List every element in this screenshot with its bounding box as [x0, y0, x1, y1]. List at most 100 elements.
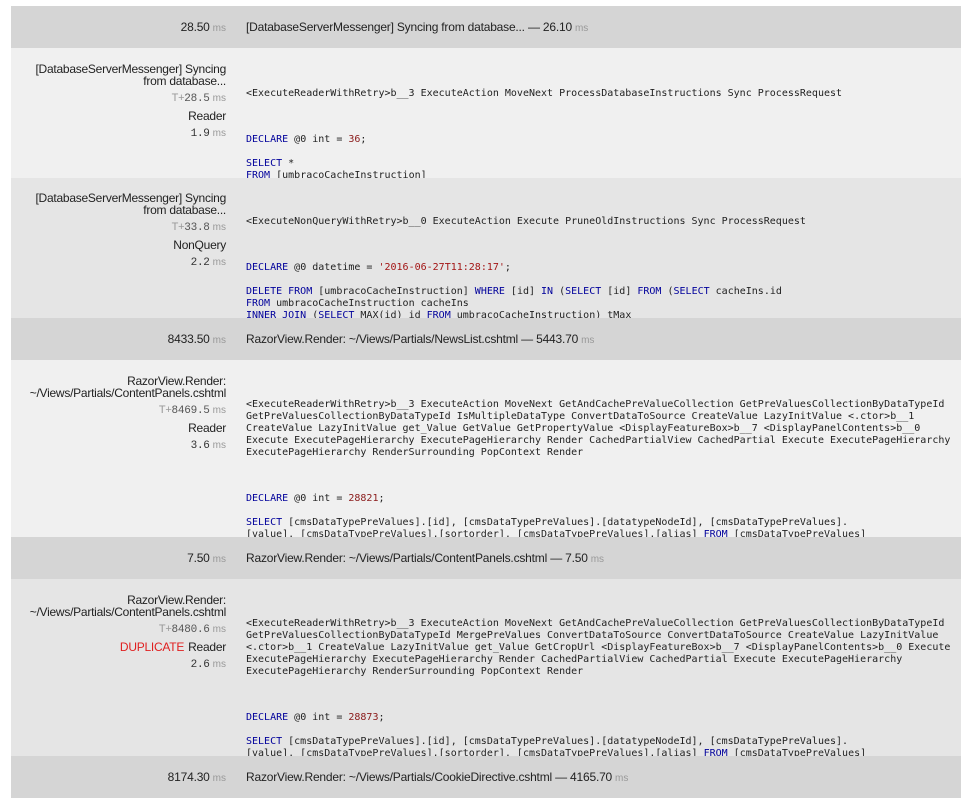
sql-stack-trace: <ExecuteReaderWithRetry>b__3 ExecuteActi…: [246, 399, 957, 458]
sql-duration: 3.6 ms: [11, 438, 226, 452]
sql-type-text: Reader: [188, 640, 226, 654]
sql-literal: '2016-06-27T11:28:17': [378, 262, 505, 273]
sql-token: ;: [504, 262, 511, 273]
ms-unit: ms: [212, 335, 226, 346]
sql-stack-trace: <ExecuteReaderWithRetry>b__3 ExecuteActi…: [246, 88, 843, 99]
t-prefix: T+: [158, 623, 172, 635]
sql-token: [umbracoCacheInstruction]: [312, 286, 475, 297]
sql-token: umbracoCacheInstruction cacheIns: [270, 298, 469, 309]
sql-duration-value: 2.6: [190, 659, 210, 671]
sql-keyword: SELECT: [246, 158, 283, 169]
t-prefix: T+: [171, 221, 185, 233]
sql-command-row[interactable]: [DatabaseServerMessenger] Syncing from d…: [11, 178, 961, 345]
sql-caller: RazorView.Render: ~/Views/Partials/Conte…: [29, 374, 227, 400]
timing-step-row[interactable]: 28.50 ms [DatabaseServerMessenger] Syncin…: [11, 6, 961, 48]
sql-command-row[interactable]: [DatabaseServerMessenger] Syncing from d…: [11, 48, 961, 205]
sql-keyword: FROM: [246, 298, 271, 309]
sql-type: DUPLICATE Reader: [11, 641, 226, 653]
sql-token: @0 int =: [288, 134, 349, 145]
sql-caller: [DatabaseServerMessenger] Syncing from d…: [35, 191, 226, 217]
timing-step-row[interactable]: 7.50 ms RazorView.Render: ~/Views/Partial…: [11, 537, 961, 579]
sql-line: DECLARE @0 int = 28821;: [246, 493, 956, 505]
sql-type: Reader: [11, 110, 226, 122]
sql-keyword: DECLARE: [246, 493, 289, 504]
sql-token: [id]: [601, 286, 638, 297]
ms-unit: ms: [212, 93, 226, 104]
step-name: RazorView.Render: ~/Views/Partials/Conte…: [246, 537, 604, 579]
sql-keyword: SELECT: [565, 286, 602, 297]
sql-keyword: DECLARE: [246, 712, 289, 723]
step-name-text: [DatabaseServerMessenger] Syncing from d…: [246, 20, 525, 34]
sql-start-value: 8480.6: [171, 624, 210, 636]
sql-keyword: DELETE FROM: [246, 286, 313, 297]
sql-keyword: FROM: [637, 286, 662, 297]
sql-type: Reader: [11, 422, 226, 434]
sql-token: ;: [360, 134, 367, 145]
step-duration-value: 8433.50: [167, 332, 210, 346]
ms-unit: ms: [212, 659, 226, 670]
sql-line: [246, 146, 956, 158]
sql-line: [246, 724, 956, 736]
ms-unit: ms: [615, 773, 629, 784]
sql-duration-value: 2.2: [190, 257, 210, 269]
sql-duration: 1.9 ms: [11, 126, 226, 140]
sql-start-value: 28.5: [184, 93, 210, 105]
sql-line: DECLARE @0 int = 36;: [246, 134, 956, 146]
step-name: RazorView.Render: ~/Views/Partials/Cooki…: [246, 756, 628, 798]
timing-step-row[interactable]: 8433.50 ms RazorView.Render: ~/Views/Part…: [11, 318, 961, 360]
sql-line: DECLARE @0 int = 28873;: [246, 712, 956, 724]
sql-line: FROM umbracoCacheInstruction cacheIns: [246, 298, 956, 310]
sql-token: (: [661, 286, 674, 297]
sql-token: ;: [378, 712, 385, 723]
ms-unit: ms: [212, 257, 226, 268]
sql-type-text: Reader: [188, 421, 226, 435]
sql-token: [cmsDataTypePreValues].[id], [cmsDataTyp…: [282, 736, 849, 747]
ms-unit: ms: [212, 440, 226, 451]
ms-unit: ms: [212, 773, 226, 784]
sql-token: ;: [378, 493, 385, 504]
sql-keyword: SELECT: [673, 286, 710, 297]
sql-token: [cmsDataTypePreValues].[id], [cmsDataTyp…: [282, 517, 849, 528]
sql-line: [246, 505, 956, 517]
sql-start-value: 33.8: [184, 222, 210, 234]
step-self-time: 5443.70: [536, 332, 579, 346]
step-separator: —: [521, 332, 533, 346]
sql-duration: 2.6 ms: [11, 657, 226, 671]
sql-meta: [DatabaseServerMessenger] Syncing from d…: [11, 63, 226, 140]
sql-line: DECLARE @0 datetime = '2016-06-27T11:28:…: [246, 262, 956, 274]
step-separator: —: [527, 20, 540, 34]
sql-caller: [DatabaseServerMessenger] Syncing from d…: [35, 62, 226, 88]
sql-line: SELECT *: [246, 158, 956, 170]
profiler-timings: 28.50 ms [DatabaseServerMessenger] Syncin…: [0, 0, 975, 802]
ms-unit: ms: [212, 624, 226, 635]
step-name: RazorView.Render: ~/Views/Partials/NewsL…: [246, 318, 594, 360]
sql-literal: 28821: [348, 493, 379, 504]
step-duration: 8174.30 ms: [11, 756, 226, 798]
sql-token: cacheIns.id: [709, 286, 782, 297]
sql-type: NonQuery: [11, 239, 226, 251]
sql-meta: RazorView.Render: ~/Views/Partials/Conte…: [11, 594, 227, 671]
ms-unit: ms: [212, 405, 226, 416]
sql-line: [246, 274, 956, 286]
step-duration: 8433.50 ms: [11, 318, 226, 360]
step-duration: 7.50 ms: [11, 537, 226, 579]
timing-step-row[interactable]: 8174.30 ms RazorView.Render: ~/Views/Part…: [11, 756, 961, 798]
step-separator: —: [555, 770, 567, 784]
sql-keyword: DECLARE: [246, 262, 289, 273]
sql-token: *: [282, 158, 295, 169]
sql-meta: [DatabaseServerMessenger] Syncing from d…: [11, 192, 226, 269]
sql-meta: RazorView.Render: ~/Views/Partials/Conte…: [11, 374, 227, 452]
step-duration-value: 7.50: [187, 551, 210, 565]
step-separator: —: [550, 551, 562, 565]
sql-token: @0 datetime =: [288, 262, 379, 273]
step-duration-value: 28.50: [180, 20, 210, 34]
sql-token: @0 int =: [288, 493, 349, 504]
sql-type-text: NonQuery: [173, 238, 226, 252]
ms-unit: ms: [212, 23, 226, 34]
sql-stack-trace: <ExecuteNonQueryWithRetry>b__0 ExecuteAc…: [246, 216, 806, 227]
sql-start-value: 8469.5: [171, 405, 210, 417]
sql-command-row[interactable]: RazorView.Render: ~/Views/Partials/Conte…: [11, 360, 961, 552]
sql-token: @0 int =: [288, 712, 349, 723]
sql-command-row[interactable]: RazorView.Render: ~/Views/Partials/Conte…: [11, 579, 961, 771]
sql-keyword: SELECT: [246, 736, 283, 747]
